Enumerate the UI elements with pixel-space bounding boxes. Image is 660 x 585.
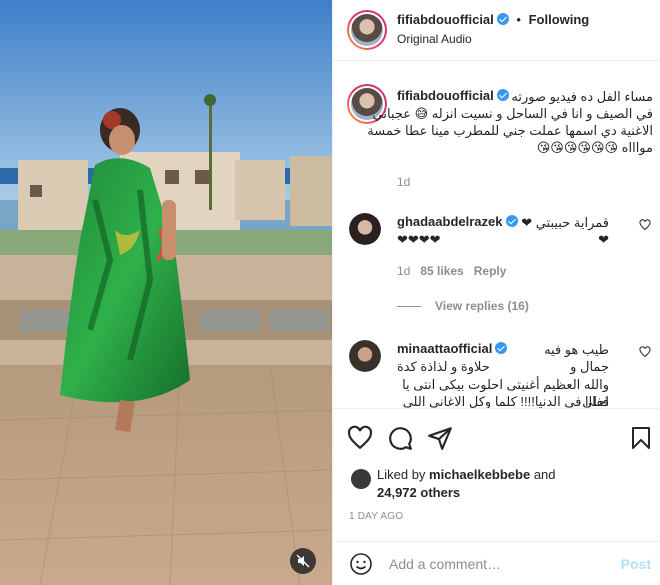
- post-comment-button[interactable]: Post: [621, 556, 651, 572]
- liked-by-prefix: Liked by: [377, 467, 426, 482]
- post-details-panel: fifiabdouofficial • Following Original A…: [332, 0, 660, 585]
- emoji-icon[interactable]: [349, 552, 373, 576]
- comment-input[interactable]: [389, 552, 609, 576]
- liker-avatar[interactable]: [351, 469, 371, 489]
- speaker-muted-icon: [296, 554, 310, 568]
- comment-icon[interactable]: [387, 425, 413, 451]
- post-video[interactable]: [0, 0, 332, 585]
- comment-text-4: ففااا فى الدنيا!!!! كلما وكل الاغانى الل…: [402, 394, 609, 408]
- like-comment-icon[interactable]: [639, 219, 651, 231]
- comments-section[interactable]: fifiabdouofficial مساء الفل ده فيديو صور…: [333, 62, 660, 408]
- post-actions: Liked by michaelkebbebe and 24,972 other…: [333, 408, 660, 528]
- add-comment-bar: Post: [333, 541, 660, 585]
- caption-time[interactable]: 1d: [397, 175, 410, 189]
- author-avatar[interactable]: [347, 10, 387, 50]
- comment-time[interactable]: 1d: [397, 264, 410, 278]
- audio-label[interactable]: Original Audio: [397, 32, 472, 46]
- post-header: fifiabdouofficial • Following Original A…: [333, 0, 660, 61]
- liked-and: and: [533, 467, 556, 482]
- liker-username-link[interactable]: michaelkebbebe: [429, 467, 530, 482]
- caption-text-1: مساء الفل ده فيديو صورته: [511, 89, 653, 104]
- caption: fifiabdouofficial مساء الفل ده فيديو صور…: [333, 62, 660, 189]
- following-button[interactable]: Following: [529, 12, 590, 27]
- comment-text-2: ❤❤❤❤: [397, 232, 441, 247]
- view-replies-button[interactable]: View replies (16): [397, 299, 529, 313]
- video-frame: [0, 0, 332, 585]
- separator-dot: •: [516, 12, 521, 27]
- caption-username-link[interactable]: fifiabdouofficial: [397, 88, 494, 103]
- view-replies-label: View replies (16): [435, 299, 529, 313]
- share-icon[interactable]: [427, 425, 453, 451]
- post-date[interactable]: 1 DAY AGO: [349, 511, 403, 522]
- bookmark-icon[interactable]: [629, 425, 653, 451]
- likes-others-link[interactable]: 24,972 others: [377, 485, 460, 500]
- replies-divider: [397, 306, 421, 308]
- verified-badge-icon: [505, 215, 518, 227]
- commenter-username-link[interactable]: minaattaofficial: [397, 341, 492, 356]
- verified-badge-icon: [495, 342, 508, 354]
- reply-button[interactable]: Reply: [474, 264, 507, 278]
- comment-text-2: حلاوة و لذاذة كدة: [397, 359, 490, 374]
- comment-text-1: قمراية حبيبتي ❤❤: [521, 215, 609, 247]
- verified-badge-icon: [496, 13, 509, 25]
- comment-item: ghadaabdelrazek قمراية حبيبتي ❤❤ ❤❤❤❤ 1d…: [333, 207, 660, 317]
- author-username-link[interactable]: fifiabdouofficial: [397, 12, 494, 27]
- comment-text-1: طيب هو فيه جمال و: [544, 342, 609, 374]
- caption-text-2: في الصيف و انا في الساحل و نسيت انزله 😅 …: [372, 106, 653, 121]
- caption-text-3: الاغنية دي اسمها عملت جني للمطرب مينا عط…: [367, 123, 653, 138]
- mute-toggle-button[interactable]: [290, 548, 316, 574]
- comment-likes-count[interactable]: 85 likes: [420, 264, 463, 278]
- caption-text-4: مواااه 😘😘😘😘😘😘: [536, 140, 653, 155]
- comment-item: minaattaofficial طيب هو فيه جمال و حلاوة…: [333, 334, 660, 408]
- commenter-avatar[interactable]: [349, 213, 381, 245]
- commenter-username-link[interactable]: ghadaabdelrazek: [397, 214, 503, 229]
- heart-icon[interactable]: [347, 425, 373, 451]
- like-comment-icon[interactable]: [639, 346, 651, 358]
- commenter-avatar[interactable]: [349, 340, 381, 372]
